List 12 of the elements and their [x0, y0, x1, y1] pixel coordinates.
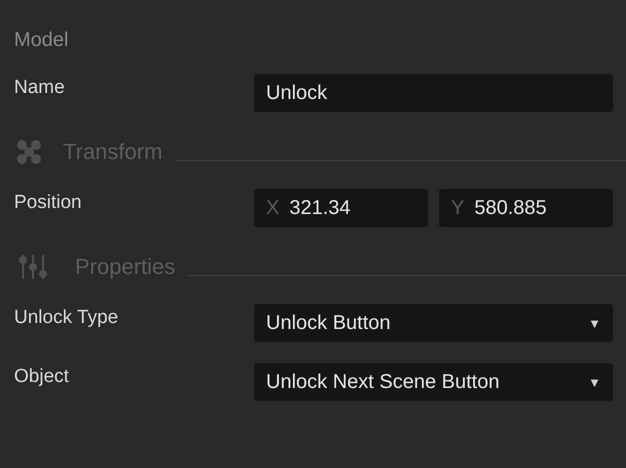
section-title: Model	[13, 28, 70, 53]
dropdown[interactable]: Unlock Next Scene Button ▼	[254, 363, 613, 401]
dropdown[interactable]: Unlock Button ▼	[254, 304, 613, 342]
number-field[interactable]: Y 580.885	[439, 189, 613, 227]
sliders-icon	[18, 253, 50, 281]
field-label: Position	[14, 191, 83, 214]
field-label: Object	[14, 365, 70, 388]
field-label: Name	[14, 76, 66, 99]
field-label: Unlock Type	[14, 306, 120, 329]
number-field[interactable]: X 321.34	[254, 189, 428, 227]
text-field[interactable]: Unlock	[254, 74, 613, 112]
transform-icon	[16, 139, 42, 165]
